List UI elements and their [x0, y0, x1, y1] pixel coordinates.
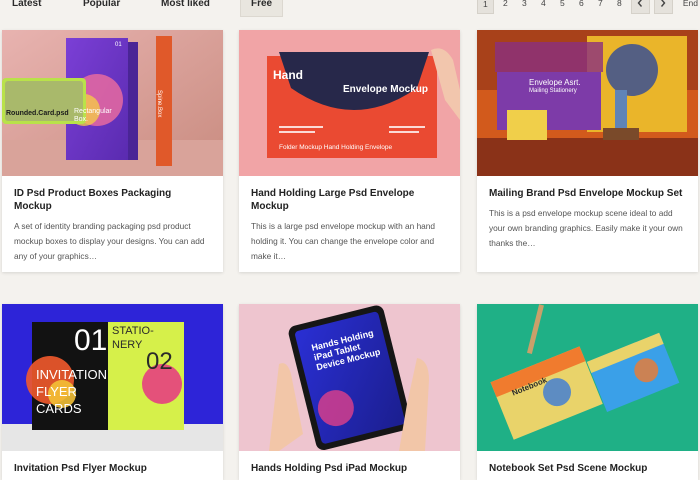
product-card[interactable]: 01 INVITATION FLYER CARDS STATIO-NERY 02…	[2, 304, 223, 480]
thumb-label: Spine.Box	[156, 90, 162, 118]
card-description: This is a psd envelope mockup scene idea…	[489, 208, 683, 248]
thumb-label: Rounded.Card.psd	[6, 110, 69, 117]
ipad-mockup-image	[239, 304, 460, 451]
card-thumbnail[interactable]: 01 INVITATION FLYER CARDS STATIO-NERY 02	[2, 304, 223, 451]
next-page-button[interactable]	[653, 0, 673, 14]
thumb-label: 01	[115, 42, 122, 48]
page-3[interactable]: 3	[517, 0, 532, 12]
tab-latest[interactable]: Latest	[12, 0, 41, 16]
thumb-label: 01	[74, 324, 108, 357]
thumb-label: Hand	[273, 68, 303, 82]
product-card[interactable]: Hand Envelope Mockup Folder Mockup Hand …	[239, 30, 460, 272]
card-thumbnail[interactable]: Notebook	[477, 304, 698, 451]
thumb-label: Mailing Stationery	[529, 88, 577, 94]
thumb-label: 02	[146, 348, 173, 375]
page-7[interactable]: 7	[593, 0, 608, 12]
card-title[interactable]: Notebook Set Psd Scene Mockup	[477, 451, 698, 475]
thumb-label: Envelope Mockup	[343, 84, 429, 95]
page-5[interactable]: 5	[555, 0, 570, 12]
chevron-right-icon	[661, 0, 666, 7]
pagination: 1 2 3 4 5 6 7 8 End	[476, 0, 700, 15]
card-thumbnail[interactable]: Hands Holding iPad Tablet Device Mockup	[239, 304, 460, 451]
top-bar: Latest Popular Most liked Free 1 2 3 4 5…	[0, 0, 700, 18]
product-card[interactable]: Rounded.Card.psd Rectangular Box. Spine.…	[2, 30, 223, 272]
card-thumbnail[interactable]: Rounded.Card.psd Rectangular Box. Spine.…	[2, 30, 223, 176]
product-card[interactable]: Hands Holding iPad Tablet Device Mockup …	[239, 304, 460, 480]
page-4[interactable]: 4	[536, 0, 551, 12]
envelope-mockup-image	[239, 30, 460, 176]
product-card[interactable]: Notebook Notebook Set Psd Scene Mockup	[477, 304, 698, 480]
card-title[interactable]: Invitation Psd Flyer Mockup	[2, 451, 223, 475]
mailing-envelope-mockup-image	[477, 30, 698, 176]
chevron-left-icon	[637, 0, 643, 7]
product-boxes-mockup-image	[2, 30, 223, 176]
thumb-label: INVITATION FLYER CARDS	[36, 367, 108, 416]
card-title[interactable]: Hand Holding Large Psd Envelope Mockup	[239, 176, 460, 213]
prev-page-button[interactable]	[630, 0, 650, 14]
card-thumbnail[interactable]: Hand Envelope Mockup Folder Mockup Hand …	[239, 30, 460, 176]
thumb-label: Folder Mockup Hand Holding Envelope	[279, 144, 393, 151]
tab-popular[interactable]: Popular	[83, 0, 120, 16]
card-description: This is a large psd envelope mockup with…	[251, 221, 436, 261]
last-page-link[interactable]: End	[683, 0, 698, 12]
card-title[interactable]: ID Psd Product Boxes Packaging Mockup	[2, 176, 223, 213]
page-6[interactable]: 6	[574, 0, 589, 12]
card-title[interactable]: Hands Holding Psd iPad Mockup	[239, 451, 460, 475]
tab-free[interactable]: Free	[240, 0, 284, 17]
notebook-mockup-image	[477, 304, 698, 451]
tab-most-liked[interactable]: Most liked	[161, 0, 210, 16]
page-1[interactable]: 1	[476, 0, 494, 14]
page-2[interactable]: 2	[498, 0, 513, 12]
card-description: A set of identity branding packaging psd…	[14, 221, 205, 261]
thumb-label: Rectangular Box.	[74, 108, 112, 123]
card-title[interactable]: Mailing Brand Psd Envelope Mockup Set	[477, 176, 698, 200]
product-card[interactable]: Envelope Asrt. Mailing Stationery Mailin…	[477, 30, 698, 272]
card-thumbnail[interactable]: Envelope Asrt. Mailing Stationery	[477, 30, 698, 176]
page-8[interactable]: 8	[612, 0, 627, 12]
thumb-label: Envelope Asrt.	[529, 78, 581, 87]
